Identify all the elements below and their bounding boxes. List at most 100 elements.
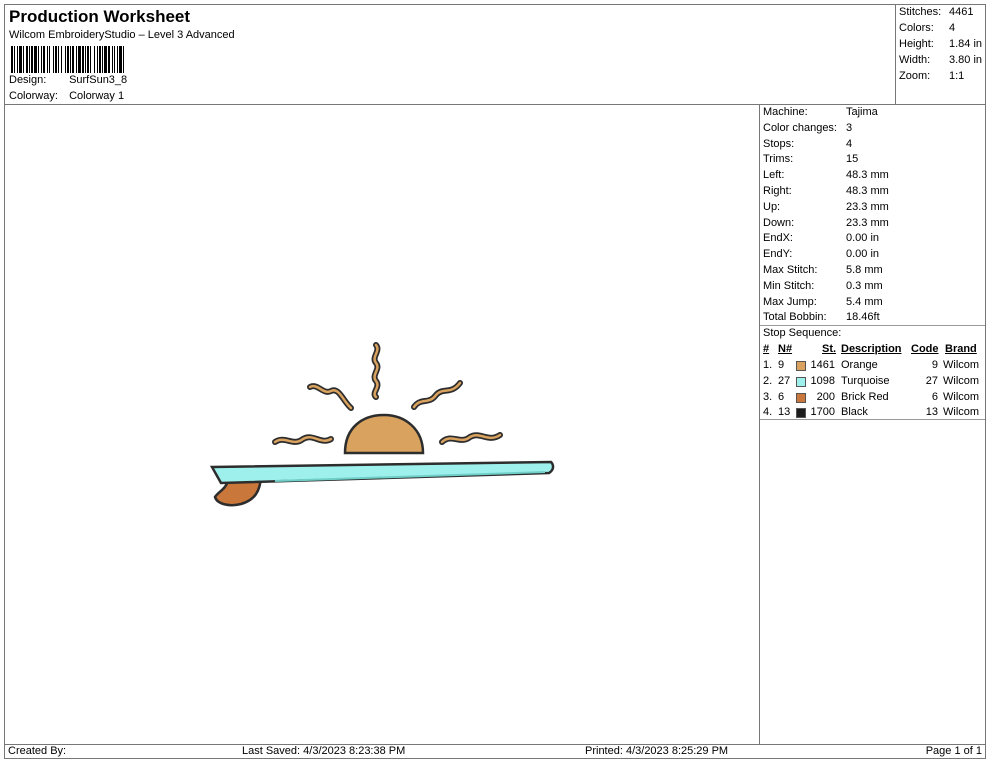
machine-info-row: Max Jump: 5.4 mm: [763, 296, 883, 308]
machine-info-row: Trims: 15: [763, 153, 858, 165]
machine-info-row: Stops: 4: [763, 138, 852, 150]
summary-row: Width: 3.80 in: [899, 54, 982, 66]
machine-info-label: Max Jump:: [763, 295, 817, 308]
stop-cell-code: 6: [931, 390, 938, 403]
stop-cell-desc: Black: [841, 406, 868, 419]
design-row: Design: SurfSun3_8: [9, 74, 127, 86]
summary-label: Stitches:: [899, 6, 942, 18]
machine-info-row: EndY: 0.00 in: [763, 248, 879, 260]
col-header-description: Description: [841, 343, 902, 355]
col-header-brand: Brand: [945, 343, 977, 355]
machine-info-value: Tajima: [846, 106, 878, 118]
machine-info-value: 23.3 mm: [846, 200, 889, 213]
machine-info-value: 0.3 mm: [846, 279, 883, 292]
summary-box: Stitches: 4461 Colors: 4 Height: 1.84 in Wi…: [895, 5, 987, 104]
summary-row: Zoom: 1:1: [899, 70, 964, 82]
stop-cell-st: 1098: [810, 374, 835, 387]
page-title: Production Worksheet: [9, 7, 191, 26]
machine-info-value: 0.00 in: [846, 232, 880, 245]
machine-info-row: Right: 48.3 mm: [763, 185, 889, 197]
colorway-label: Colorway:: [9, 90, 58, 102]
stop-cell-num: 4.: [763, 406, 773, 419]
stop-cell-code: 27: [925, 374, 938, 387]
machine-info-value: 15: [846, 153, 859, 166]
machine-info-value: 48.3 mm: [846, 169, 889, 182]
design-value: SurfSun3_8: [69, 74, 128, 86]
machine-info-value: 4: [846, 137, 853, 150]
page-number: Page 1 of 1: [925, 745, 982, 757]
last-saved: Last Saved: 4/3/2023 8:23:38 PM: [242, 745, 406, 757]
thread-color-swatch: [796, 408, 806, 419]
stop-cell-st: 1700: [810, 406, 835, 419]
colorway-row: Colorway: Colorway 1: [9, 90, 124, 102]
summary-row: Colors: 4: [899, 22, 955, 34]
stop-cell-brand: Wilcom: [943, 406, 980, 419]
machine-info-row: Machine: Tajima: [763, 106, 878, 118]
summary-label: Zoom:: [899, 70, 931, 82]
summary-row: Stitches: 4461: [899, 6, 973, 18]
stop-cell-num: 3.: [763, 390, 773, 403]
summary-value: 1.84 in: [949, 38, 983, 50]
stop-cell-brand: Wilcom: [943, 390, 980, 403]
machine-info-label: Color changes:: [763, 121, 837, 134]
thread-color-swatch: [796, 392, 806, 403]
summary-label: Height:: [899, 38, 934, 50]
machine-info-row: Min Stitch: 0.3 mm: [763, 280, 883, 292]
machine-info-label: Up:: [763, 200, 781, 213]
stop-cell-code: 9: [931, 359, 938, 371]
machine-info-label: EndY:: [763, 248, 793, 261]
machine-info-value: 23.3 mm: [846, 216, 889, 229]
machine-info-label: Machine:: [763, 106, 808, 118]
machine-info-label: Min Stitch:: [763, 279, 815, 292]
col-header-stitches: St.: [822, 343, 837, 355]
machine-info-value: 0.00 in: [846, 248, 880, 261]
machine-info-row: Up: 23.3 mm: [763, 201, 889, 213]
machine-info-label: Stops:: [763, 137, 795, 150]
machine-info-label: Left:: [763, 169, 785, 182]
machine-info-value: 18.46ft: [846, 311, 880, 324]
machine-info-row: Color changes: 3: [763, 122, 852, 134]
machine-info-panel: Machine: Tajima Color changes: 3 Stops: 4 Trim…: [759, 104, 986, 745]
stop-cell-num: 1.: [763, 359, 773, 371]
stop-cell-brand: Wilcom: [943, 359, 980, 371]
machine-info-label: Right:: [763, 185, 792, 197]
machine-info-value: 3: [846, 121, 853, 134]
thread-color-swatch: [796, 376, 806, 387]
stop-sequence-title: Stop Sequence:: [763, 327, 842, 339]
stop-cell-brand: Wilcom: [943, 374, 980, 387]
col-header-code: Code: [911, 343, 939, 355]
col-header-n: N#: [778, 343, 793, 355]
machine-info-row: Total Bobbin: 18.46ft: [763, 311, 880, 323]
embroidery-design-image: [209, 342, 555, 507]
stop-cell-n: 9: [778, 359, 785, 371]
machine-info-label: EndX:: [763, 232, 793, 245]
stop-cell-num: 2.: [763, 374, 773, 387]
machine-info-row: Left: 48.3 mm: [763, 169, 889, 181]
stop-cell-n: 13: [778, 406, 791, 419]
thread-color-swatch: [796, 361, 806, 371]
divider: [760, 419, 985, 420]
barcode: [11, 46, 124, 73]
stop-cell-desc: Brick Red: [841, 390, 889, 403]
stop-cell-desc: Turquoise: [841, 374, 890, 387]
stop-cell-desc: Orange: [841, 359, 878, 371]
stop-cell-n: 6: [778, 390, 785, 403]
stop-cell-st: 1461: [810, 359, 835, 371]
machine-info-value: 48.3 mm: [846, 185, 889, 197]
machine-info-label: Down:: [763, 216, 795, 229]
worksheet-footer: Created By: Last Saved: 4/3/2023 8:23:38…: [4, 744, 986, 759]
stop-cell-code: 13: [925, 406, 938, 419]
colorway-value: Colorway 1: [69, 90, 125, 102]
machine-info-value: 5.8 mm: [846, 264, 883, 276]
design-preview: [4, 104, 760, 745]
summary-row: Height: 1.84 in: [899, 38, 982, 50]
worksheet-header: Production Worksheet Wilcom EmbroiderySt…: [4, 4, 986, 105]
printed-date: Printed: 4/3/2023 8:25:29 PM: [585, 745, 729, 757]
divider: [760, 325, 985, 326]
machine-info-row: Max Stitch: 5.8 mm: [763, 264, 883, 276]
summary-label: Width:: [899, 54, 931, 66]
machine-info-value: 5.4 mm: [846, 295, 883, 308]
stop-cell-n: 27: [778, 374, 791, 387]
stop-cell-st: 200: [816, 390, 835, 403]
software-name: Wilcom EmbroideryStudio – Level 3 Advanc…: [9, 29, 235, 41]
